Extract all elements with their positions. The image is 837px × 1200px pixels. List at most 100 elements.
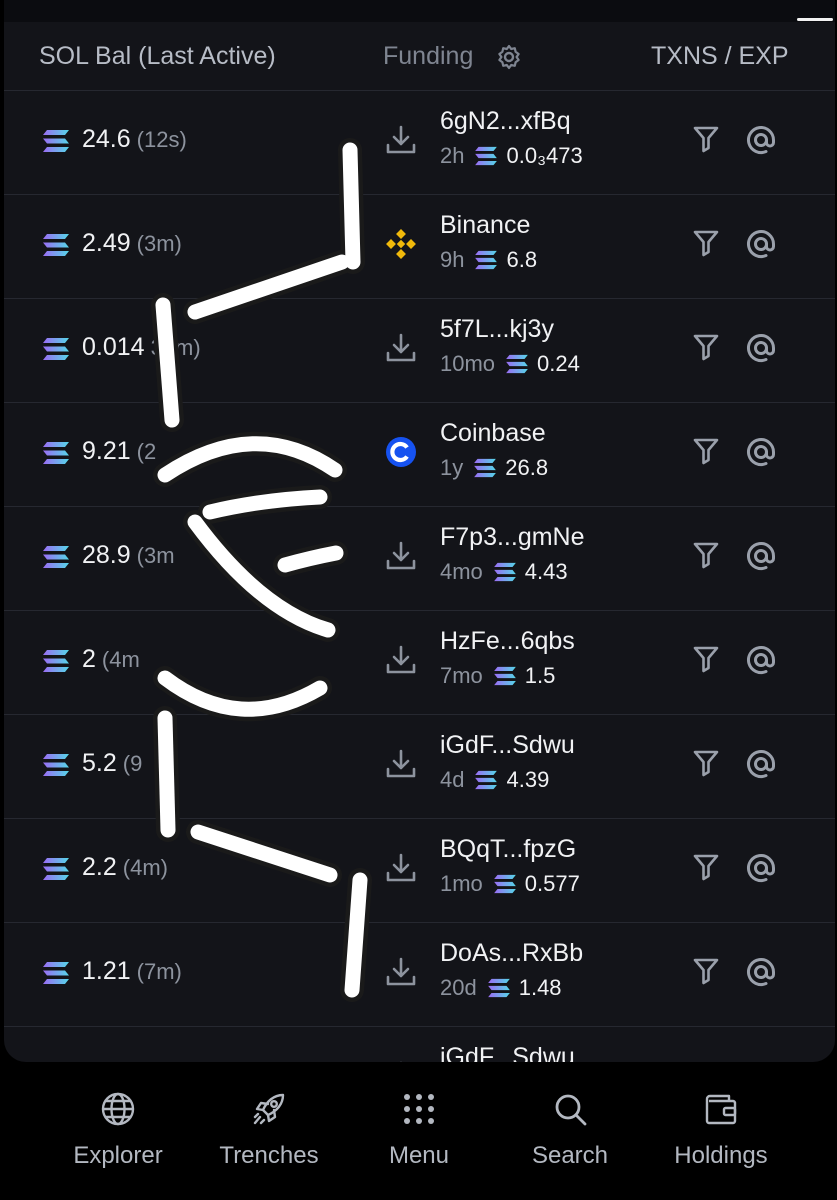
column-sol-bal[interactable]: SOL Bal (Last Active)	[39, 42, 276, 71]
solana-icon	[42, 545, 70, 569]
funding-source-name[interactable]: Coinbase	[440, 419, 546, 448]
search-icon	[555, 1094, 587, 1126]
balance-value: 0.014	[82, 333, 145, 361]
at-icon[interactable]	[746, 749, 776, 779]
funding-time: 20d	[440, 975, 477, 1000]
funding-source-name[interactable]: iGdF...Sdwu	[440, 731, 575, 760]
funding-source-name[interactable]: BQqT...fpzG	[440, 835, 576, 864]
solana-icon	[42, 649, 70, 673]
gear-icon[interactable]	[495, 43, 523, 71]
table-row[interactable]: 1.21 (7m) DoAs...RxBb 20d 1.48	[4, 923, 835, 1027]
funding-details: 9h 6.8	[440, 247, 537, 273]
filter-icon[interactable]	[692, 644, 720, 674]
table-row[interactable]: 28.9 (3m F7p3...gmNe 4mo 4.43	[4, 507, 835, 611]
solana-icon	[474, 146, 498, 166]
funding-details: 1mo 0.577	[440, 871, 580, 897]
balance-value: 9.21	[82, 437, 131, 465]
solana-icon	[42, 337, 70, 361]
at-icon[interactable]	[746, 333, 776, 363]
nav-holdings[interactable]: Holdings	[646, 1090, 796, 1170]
download-icon	[384, 955, 418, 989]
solana-icon	[505, 354, 529, 374]
balance-value: 5.2	[82, 749, 117, 777]
at-icon[interactable]	[746, 229, 776, 259]
filter-icon[interactable]	[692, 124, 720, 154]
balance-value: 24.6	[82, 125, 131, 153]
funding-details: 4d 4.39	[440, 767, 549, 793]
solana-icon	[42, 753, 70, 777]
filter-icon[interactable]	[692, 956, 720, 986]
top-indicator	[797, 18, 833, 21]
at-icon[interactable]	[746, 125, 776, 155]
last-active-age: (4m)	[122, 855, 168, 880]
filter-icon[interactable]	[692, 332, 720, 362]
table-row[interactable]: 2 (4m HzFe...6qbs 7mo 1.5	[4, 611, 835, 715]
last-active-age: (12s)	[136, 127, 187, 152]
solana-icon	[474, 770, 498, 790]
at-icon[interactable]	[746, 853, 776, 883]
last-active-age: (4m	[101, 647, 140, 672]
sol-balance: 2.49 (3m)	[82, 229, 182, 258]
table-row[interactable]: 1.02(9m)iGdF...Sdwu	[4, 1027, 835, 1062]
filter-icon[interactable]	[692, 540, 720, 570]
funding-source-name[interactable]: HzFe...6qbs	[440, 627, 575, 656]
sol-balance: 2 (4m	[82, 645, 140, 674]
funding-source-name[interactable]: iGdF...Sdwu	[440, 1043, 575, 1062]
at-icon[interactable]	[746, 957, 776, 987]
funding-details: 2h 0.0₃473	[440, 143, 583, 169]
filter-icon[interactable]	[692, 748, 720, 778]
funding-source-name[interactable]: DoAs...RxBb	[440, 939, 583, 968]
solana-icon	[42, 441, 70, 465]
filter-icon[interactable]	[692, 852, 720, 882]
column-funding[interactable]: Funding	[383, 42, 473, 71]
grid-icon	[404, 1094, 434, 1124]
funding-time: 9h	[440, 247, 465, 272]
table-row[interactable]: 2.2 (4m) BQqT...fpzG 1mo 0.577	[4, 819, 835, 923]
nav-trenches[interactable]: Trenches	[194, 1090, 344, 1170]
download-icon	[384, 747, 418, 781]
funding-amount: 4.43	[524, 559, 568, 584]
funding-time: 7mo	[440, 663, 483, 688]
nav-label-holdings: Holdings	[674, 1142, 768, 1169]
funding-details: 10mo 0.24	[440, 351, 580, 377]
holders-panel: SOL Bal (Last Active) Funding TXNS / EXP…	[4, 0, 835, 1062]
at-icon[interactable]	[746, 645, 776, 675]
sol-balance: 9.21 (2	[82, 437, 156, 466]
nav-menu[interactable]: Menu	[344, 1090, 494, 1170]
funding-source-name[interactable]: 6gN2...xfBq	[440, 107, 571, 136]
nav-label-explorer: Explorer	[73, 1142, 163, 1169]
globe-icon	[101, 1092, 135, 1126]
funding-details: 4mo 4.43	[440, 559, 568, 585]
solana-icon	[42, 129, 70, 153]
funding-time: 10mo	[440, 351, 496, 376]
solana-icon	[473, 458, 497, 478]
balance-value: 1.21	[82, 957, 131, 985]
at-icon[interactable]	[746, 437, 776, 467]
balance-value: 2	[82, 645, 96, 673]
funding-time: 1y	[440, 455, 464, 480]
table-row[interactable]: 2.49 (3m) Binance 9h 6.8	[4, 195, 835, 299]
binance-icon	[384, 227, 418, 261]
column-txns-exp[interactable]: TXNS / EXP	[651, 42, 789, 71]
funding-time: 4d	[440, 767, 465, 792]
nav-search[interactable]: Search	[495, 1090, 645, 1170]
solana-icon	[42, 961, 70, 985]
table-row[interactable]: 9.21 (2 Coinbase 1y 26.8	[4, 403, 835, 507]
funding-source-name[interactable]: Binance	[440, 211, 530, 240]
funding-amount: 0.577	[524, 871, 580, 896]
table-row[interactable]: 24.6 (12s) 6gN2...xfBq 2h 0.0₃473	[4, 91, 835, 195]
funding-source-name[interactable]: 5f7L...kj3y	[440, 315, 554, 344]
coinbase-icon	[384, 435, 418, 469]
solana-icon	[493, 562, 517, 582]
table-row[interactable]: 5.2 (9 iGdF...Sdwu 4d 4.39	[4, 715, 835, 819]
at-icon[interactable]	[746, 541, 776, 571]
funding-source-name[interactable]: F7p3...gmNe	[440, 523, 585, 552]
download-icon	[384, 539, 418, 573]
table-row[interactable]: 0.014 36m) 5f7L...kj3y 10mo 0.24	[4, 299, 835, 403]
bottom-nav: Explorer Trenches Menu Search Holdings	[0, 1062, 837, 1200]
filter-icon[interactable]	[692, 436, 720, 466]
filter-icon[interactable]	[692, 228, 720, 258]
funding-time: 1mo	[440, 871, 483, 896]
table-header: SOL Bal (Last Active) Funding TXNS / EXP	[4, 22, 835, 91]
nav-explorer[interactable]: Explorer	[43, 1090, 193, 1170]
